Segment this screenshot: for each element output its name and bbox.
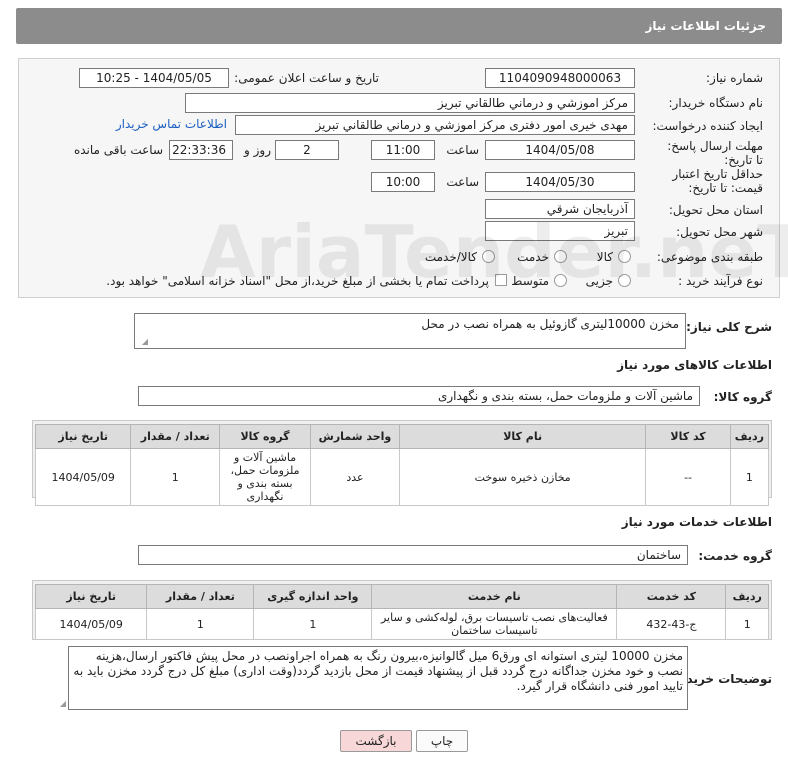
- services-cell-qty: 1: [146, 608, 255, 640]
- services-col-date: تاریخ نیاز: [34, 584, 148, 609]
- price-validity-time-label: ساعت: [446, 175, 479, 189]
- buyer-contact-link[interactable]: اطلاعات تماس خریدار: [116, 117, 227, 131]
- remaining-days-field: 2: [275, 140, 339, 160]
- announce-datetime-field: 1404/05/05 - 10:25: [79, 68, 229, 88]
- price-validity-time-field: 10:00: [371, 172, 435, 192]
- goods-section-title: اطلاعات کالاهای مورد نیاز: [617, 358, 772, 372]
- description-field[interactable]: مخزن 10000لیتری گازوئیل به همراه نصب در …: [134, 313, 686, 349]
- reply-deadline-label: مهلت ارسال پاسخ: تا تاریخ:: [667, 139, 763, 167]
- remaining-time-field: 22:33:36: [169, 140, 233, 160]
- goods-col-date: تاریخ نیاز: [34, 424, 132, 449]
- purchase-type-label: نوع فرآیند خرید :: [678, 274, 763, 288]
- services-section-title: اطلاعات خدمات مورد نیاز: [621, 515, 772, 529]
- table-row: 1 ج-43-432 فعالیت‌های نصب تاسیسات برق، ل…: [34, 608, 769, 640]
- goods-col-code: کد کالا: [645, 424, 731, 449]
- goods-cell-qty: 1: [130, 448, 221, 506]
- buyer-notes-field[interactable]: مخزن 10000 لیتری استوانه ای ورق6 میل گال…: [68, 646, 688, 710]
- services-table: ردیف کد خدمت نام خدمت واحد اندازه گیری ت…: [34, 584, 769, 640]
- goods-table-header: ردیف کد کالا نام کالا واحد شمارش گروه کا…: [34, 424, 770, 449]
- goods-group-field: ماشین آلات و ملزومات حمل، بسته بندی و نگ…: [138, 386, 700, 406]
- services-group-field: ساختمان: [138, 545, 688, 565]
- reply-deadline-time-field: 11:00: [371, 140, 435, 160]
- services-table-header: ردیف کد خدمت نام خدمت واحد اندازه گیری ت…: [34, 584, 769, 609]
- category-goods-label: کالا: [596, 250, 613, 264]
- services-cell-unit: 1: [253, 608, 373, 640]
- goods-col-name: نام کالا: [398, 424, 647, 449]
- need-number-field: 1104090948000063: [485, 68, 635, 88]
- price-validity-label: حداقل تاریخ اعتبار قیمت: تا تاریخ:: [672, 167, 763, 195]
- goods-col-unit: واحد شمارش: [309, 424, 400, 449]
- treasury-bonds-checkbox[interactable]: [495, 274, 507, 286]
- requester-field: مهدی خیری امور دفتری مرکز اموزشي و درمان…: [235, 115, 635, 135]
- category-service-label: خدمت: [517, 250, 549, 264]
- goods-col-qty: تعداد / مقدار: [130, 424, 221, 449]
- description-label: شرح کلی نیاز:: [686, 320, 772, 334]
- services-table-wrap: ردیف کد خدمت نام خدمت واحد اندازه گیری ت…: [32, 580, 772, 640]
- goods-table-wrap: ردیف کد کالا نام کالا واحد شمارش گروه کا…: [32, 420, 772, 506]
- goods-group-label: گروه کالا:: [713, 390, 772, 404]
- goods-cell-group: ماشین آلات و ملزومات حمل، بسته بندی و نگ…: [219, 448, 311, 506]
- back-button[interactable]: بازگشت: [340, 730, 412, 752]
- reply-deadline-date-field: 1404/05/08: [485, 140, 635, 160]
- goods-cell-date: 1404/05/09: [34, 448, 132, 506]
- city-label: شهر محل تحویل:: [676, 225, 763, 239]
- resize-handle-icon[interactable]: ◢: [140, 338, 148, 346]
- requester-label: ایجاد کننده درخواست:: [652, 119, 763, 133]
- services-col-name: نام خدمت: [371, 584, 618, 609]
- goods-cell-code: --: [645, 448, 731, 506]
- services-col-code: کد خدمت: [616, 584, 727, 609]
- goods-col-group: گروه کالا: [219, 424, 311, 449]
- goods-cell-name: مخازن ذخیره سوخت: [398, 448, 647, 506]
- need-info-panel: شماره نیاز: 1104090948000063 تاریخ و ساع…: [18, 58, 780, 298]
- buyer-org-field: مرکز اموزشي و درماني طالقاني تبريز: [185, 93, 635, 113]
- goods-cell-row: 1: [729, 448, 770, 506]
- services-cell-code: ج-43-432: [616, 608, 727, 640]
- treasury-bonds-note: پرداخت تمام یا بخشی از مبلغ خرید،از محل …: [106, 274, 489, 288]
- category-goods-radio[interactable]: [618, 250, 631, 263]
- services-cell-name: فعالیت‌های نصب تاسیسات برق، لوله‌کشی و س…: [371, 608, 618, 640]
- province-field: آذربايجان شرقي: [485, 199, 635, 219]
- province-label: استان محل تحویل:: [668, 203, 763, 217]
- services-col-row: ردیف: [725, 584, 769, 609]
- reply-deadline-time-label: ساعت: [446, 143, 479, 157]
- remaining-days-label: روز و: [244, 143, 271, 157]
- print-button[interactable]: چاپ: [416, 730, 468, 752]
- purchase-minor-label: جزیی: [585, 274, 613, 288]
- page-title: جزئیات اطلاعات نیاز: [645, 19, 766, 33]
- services-group-label: گروه خدمت:: [698, 549, 772, 563]
- purchase-medium-label: متوسط: [511, 274, 549, 288]
- city-field: تبريز: [485, 221, 635, 241]
- goods-table: ردیف کد کالا نام کالا واحد شمارش گروه کا…: [34, 424, 770, 506]
- services-cell-row: 1: [725, 608, 769, 640]
- services-col-qty: تعداد / مقدار: [146, 584, 255, 609]
- services-cell-date: 1404/05/09: [34, 608, 148, 640]
- goods-cell-unit: عدد: [309, 448, 400, 506]
- price-validity-date-field: 1404/05/30: [485, 172, 635, 192]
- remaining-time-label: ساعت باقی مانده: [73, 143, 163, 157]
- announce-datetime-label: تاریخ و ساعت اعلان عمومی:: [234, 71, 379, 85]
- table-row: 1 -- مخازن ذخیره سوخت عدد ماشین آلات و م…: [34, 448, 770, 506]
- purchase-medium-radio[interactable]: [554, 274, 567, 287]
- category-goods-service-label: کالا/خدمت: [424, 250, 477, 264]
- buyer-org-label: نام دستگاه خریدار:: [668, 96, 764, 110]
- goods-col-row: ردیف: [729, 424, 770, 449]
- purchase-minor-radio[interactable]: [618, 274, 631, 287]
- category-service-radio[interactable]: [554, 250, 567, 263]
- need-number-label: شماره نیاز:: [706, 71, 763, 85]
- notes-resize-handle-icon[interactable]: ◢: [58, 700, 66, 708]
- category-label: طبقه بندی موضوعی:: [656, 250, 763, 264]
- page-header: جزئیات اطلاعات نیاز: [16, 8, 782, 44]
- services-col-unit: واحد اندازه گیری: [253, 584, 373, 609]
- category-goods-service-radio[interactable]: [482, 250, 495, 263]
